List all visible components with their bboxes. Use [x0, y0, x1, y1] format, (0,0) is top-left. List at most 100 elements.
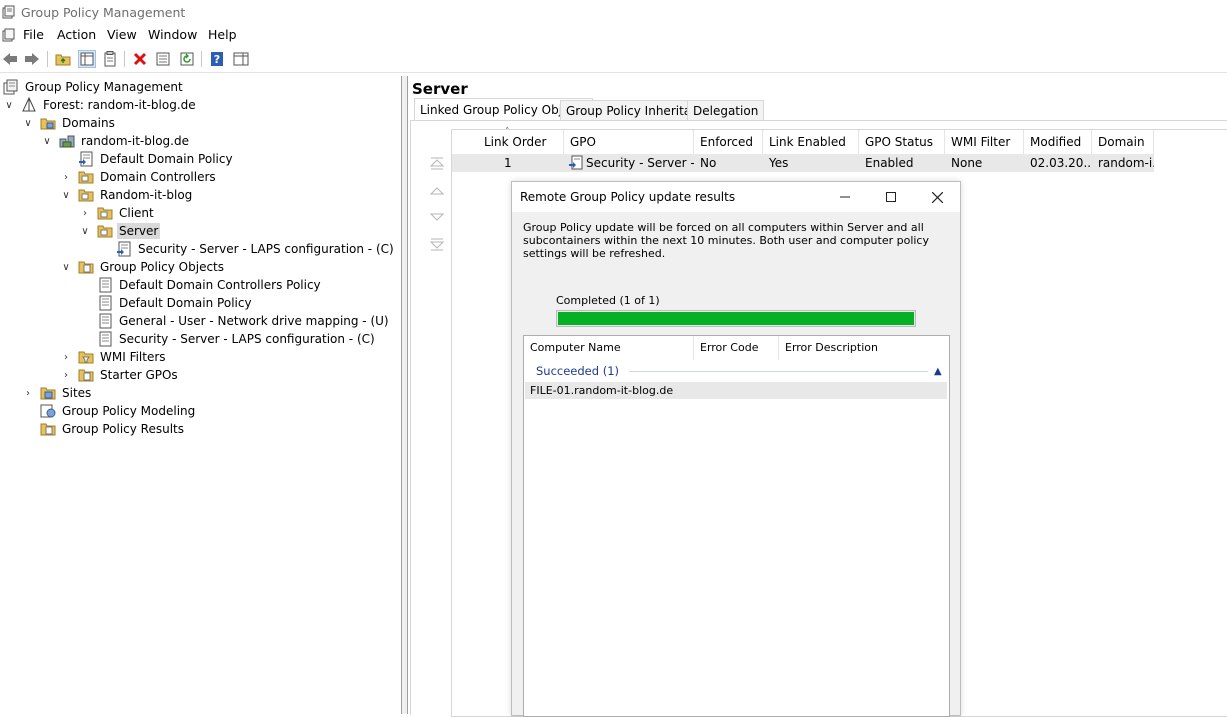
tree-label: Group Policy Objects: [100, 260, 225, 274]
chevron-down-icon[interactable]: ∨: [79, 225, 91, 237]
chevron-down-icon[interactable]: ∨: [3, 99, 15, 111]
properties-icon[interactable]: [154, 50, 172, 68]
move-down-icon[interactable]: [429, 209, 445, 225]
tree-item-results[interactable]: Group Policy Results: [40, 420, 186, 438]
chevron-down-icon[interactable]: ∨: [60, 189, 72, 201]
menu-window[interactable]: Window: [148, 27, 197, 42]
svg-text:?: ?: [214, 53, 220, 66]
tree-label: Starter GPOs: [100, 368, 178, 382]
gpo-link-icon: [569, 155, 583, 170]
gpmc-app-icon: [2, 5, 15, 19]
tree-label: Forest: random-it-blog.de: [43, 98, 196, 112]
cell-modified[interactable]: 02.03.20...: [1024, 154, 1092, 172]
tree-item-gpo[interactable]: General - User - Network drive mapping -…: [97, 312, 391, 330]
cell-enforced[interactable]: No: [694, 154, 763, 172]
succeeded-group-header[interactable]: Succeeded (1) ▲: [536, 362, 946, 380]
move-to-bottom-icon[interactable]: [429, 237, 445, 253]
tree-item-sites[interactable]: › Sites: [22, 384, 93, 402]
tree-label: Security - Server - LAPS configuration -…: [119, 332, 375, 346]
tab-delegation[interactable]: Delegation: [687, 100, 765, 121]
show-hide-action-pane-icon[interactable]: [232, 50, 250, 68]
tree-item-domain-controllers[interactable]: › Domain Controllers: [60, 168, 218, 186]
cell-wmi-filter[interactable]: None: [945, 154, 1024, 172]
col-gpo-status[interactable]: GPO Status: [859, 130, 945, 154]
progress-bar: [556, 310, 916, 327]
tree-item-starter-gpos[interactable]: › Starter GPOs: [60, 366, 180, 384]
minimize-icon: [840, 196, 850, 198]
menu-action[interactable]: Action: [57, 27, 96, 42]
tree-item-client[interactable]: › Client: [79, 204, 156, 222]
tree-label: WMI Filters: [100, 350, 166, 364]
menu-help[interactable]: Help: [208, 27, 237, 42]
chevron-down-icon[interactable]: ∨: [41, 135, 53, 147]
minimize-button[interactable]: [822, 182, 868, 212]
cell-gpo-status[interactable]: Enabled: [859, 154, 945, 172]
chevron-up-icon[interactable]: ▲: [934, 366, 946, 377]
col-domain[interactable]: Domain: [1092, 130, 1154, 154]
up-folder-icon[interactable]: [54, 50, 72, 68]
back-icon[interactable]: [1, 50, 19, 68]
tree-item-gpo[interactable]: Default Domain Controllers Policy: [97, 276, 323, 294]
chevron-down-icon[interactable]: ∨: [60, 261, 72, 273]
move-to-top-icon[interactable]: [429, 155, 445, 171]
cell-gpo[interactable]: Security - Server - L...: [564, 154, 694, 172]
tree-label: Default Domain Controllers Policy: [119, 278, 321, 292]
show-hide-console-tree-icon[interactable]: [78, 50, 96, 68]
cell-link-enabled[interactable]: Yes: [763, 154, 859, 172]
toolbar: ?: [0, 46, 1227, 73]
tree-item-group-policy-objects[interactable]: ∨ Group Policy Objects: [60, 258, 226, 276]
col-wmi-filter[interactable]: WMI Filter: [945, 130, 1024, 154]
tree-item-default-domain-policy-link[interactable]: Default Domain Policy: [78, 150, 235, 168]
move-up-icon[interactable]: [429, 183, 445, 199]
result-row[interactable]: FILE-01.random-it-blog.de: [525, 382, 947, 399]
group-label: Succeeded (1): [536, 364, 620, 378]
tree-item-random-it-blog[interactable]: ∨ Random-it-blog: [60, 186, 194, 204]
tree-item-gpo[interactable]: Default Domain Policy: [97, 294, 254, 312]
forest-icon: [22, 97, 36, 112]
tree-item-gpmc-root[interactable]: Group Policy Management: [3, 78, 185, 96]
tree-item-domains[interactable]: ∨ Domains: [22, 114, 117, 132]
forward-icon[interactable]: [23, 50, 41, 68]
col-error-code[interactable]: Error Code: [694, 336, 779, 360]
chevron-right-icon[interactable]: ›: [60, 369, 72, 381]
gpo-icon: [99, 313, 112, 329]
remote-gp-update-dialog: Remote Group Policy update results Group…: [511, 181, 961, 717]
menu-file[interactable]: File: [23, 27, 44, 42]
tree-item-wmi-filters[interactable]: › WMI Filters: [60, 348, 168, 366]
gpo-folder-icon: [78, 261, 94, 274]
delete-icon[interactable]: [131, 50, 149, 68]
tree-item-modeling[interactable]: Group Policy Modeling: [40, 402, 197, 420]
cell-link-order[interactable]: 1: [452, 154, 564, 172]
col-error-description[interactable]: Error Description: [779, 336, 949, 360]
chevron-down-icon[interactable]: ∨: [22, 117, 34, 129]
dialog-titlebar: Remote Group Policy update results: [512, 182, 960, 212]
tree-item-forest[interactable]: ∨ Forest: random-it-blog.de: [3, 96, 198, 114]
system-menu-icon[interactable]: [2, 28, 16, 42]
chevron-right-icon[interactable]: ›: [22, 387, 34, 399]
window-titlebar: Group Policy Management: [0, 0, 1227, 25]
maximize-button[interactable]: [868, 182, 914, 212]
col-enforced[interactable]: Enforced: [694, 130, 763, 154]
cell-domain[interactable]: random-i...: [1092, 154, 1154, 172]
menu-view[interactable]: View: [107, 27, 137, 42]
ou-folder-icon: [78, 171, 94, 184]
chevron-right-icon[interactable]: ›: [79, 207, 91, 219]
gpmc-root-icon: [3, 79, 18, 95]
sites-folder-icon: [40, 387, 56, 400]
col-gpo[interactable]: GPO: [564, 130, 694, 154]
col-modified[interactable]: Modified: [1024, 130, 1092, 154]
gpo-link-icon: [117, 241, 131, 257]
col-link-enabled[interactable]: Link Enabled: [763, 130, 859, 154]
chevron-right-icon[interactable]: ›: [60, 351, 72, 363]
chevron-right-icon[interactable]: ›: [60, 171, 72, 183]
help-icon[interactable]: ?: [208, 50, 226, 68]
properties-list-icon[interactable]: [101, 50, 119, 68]
close-button[interactable]: [914, 182, 960, 212]
tree-item-gpo[interactable]: Security - Server - LAPS configuration -…: [97, 330, 377, 348]
tree-item-server-gpo-link[interactable]: Security - Server - LAPS configuration -…: [116, 240, 396, 258]
col-computer-name[interactable]: Computer Name: [524, 336, 694, 360]
sort-ascending-icon: ˄: [505, 127, 510, 137]
refresh-icon[interactable]: [178, 50, 196, 68]
tree-item-server[interactable]: ∨ Server: [79, 222, 161, 240]
tree-item-domain[interactable]: ∨ random-it-blog.de: [41, 132, 191, 150]
